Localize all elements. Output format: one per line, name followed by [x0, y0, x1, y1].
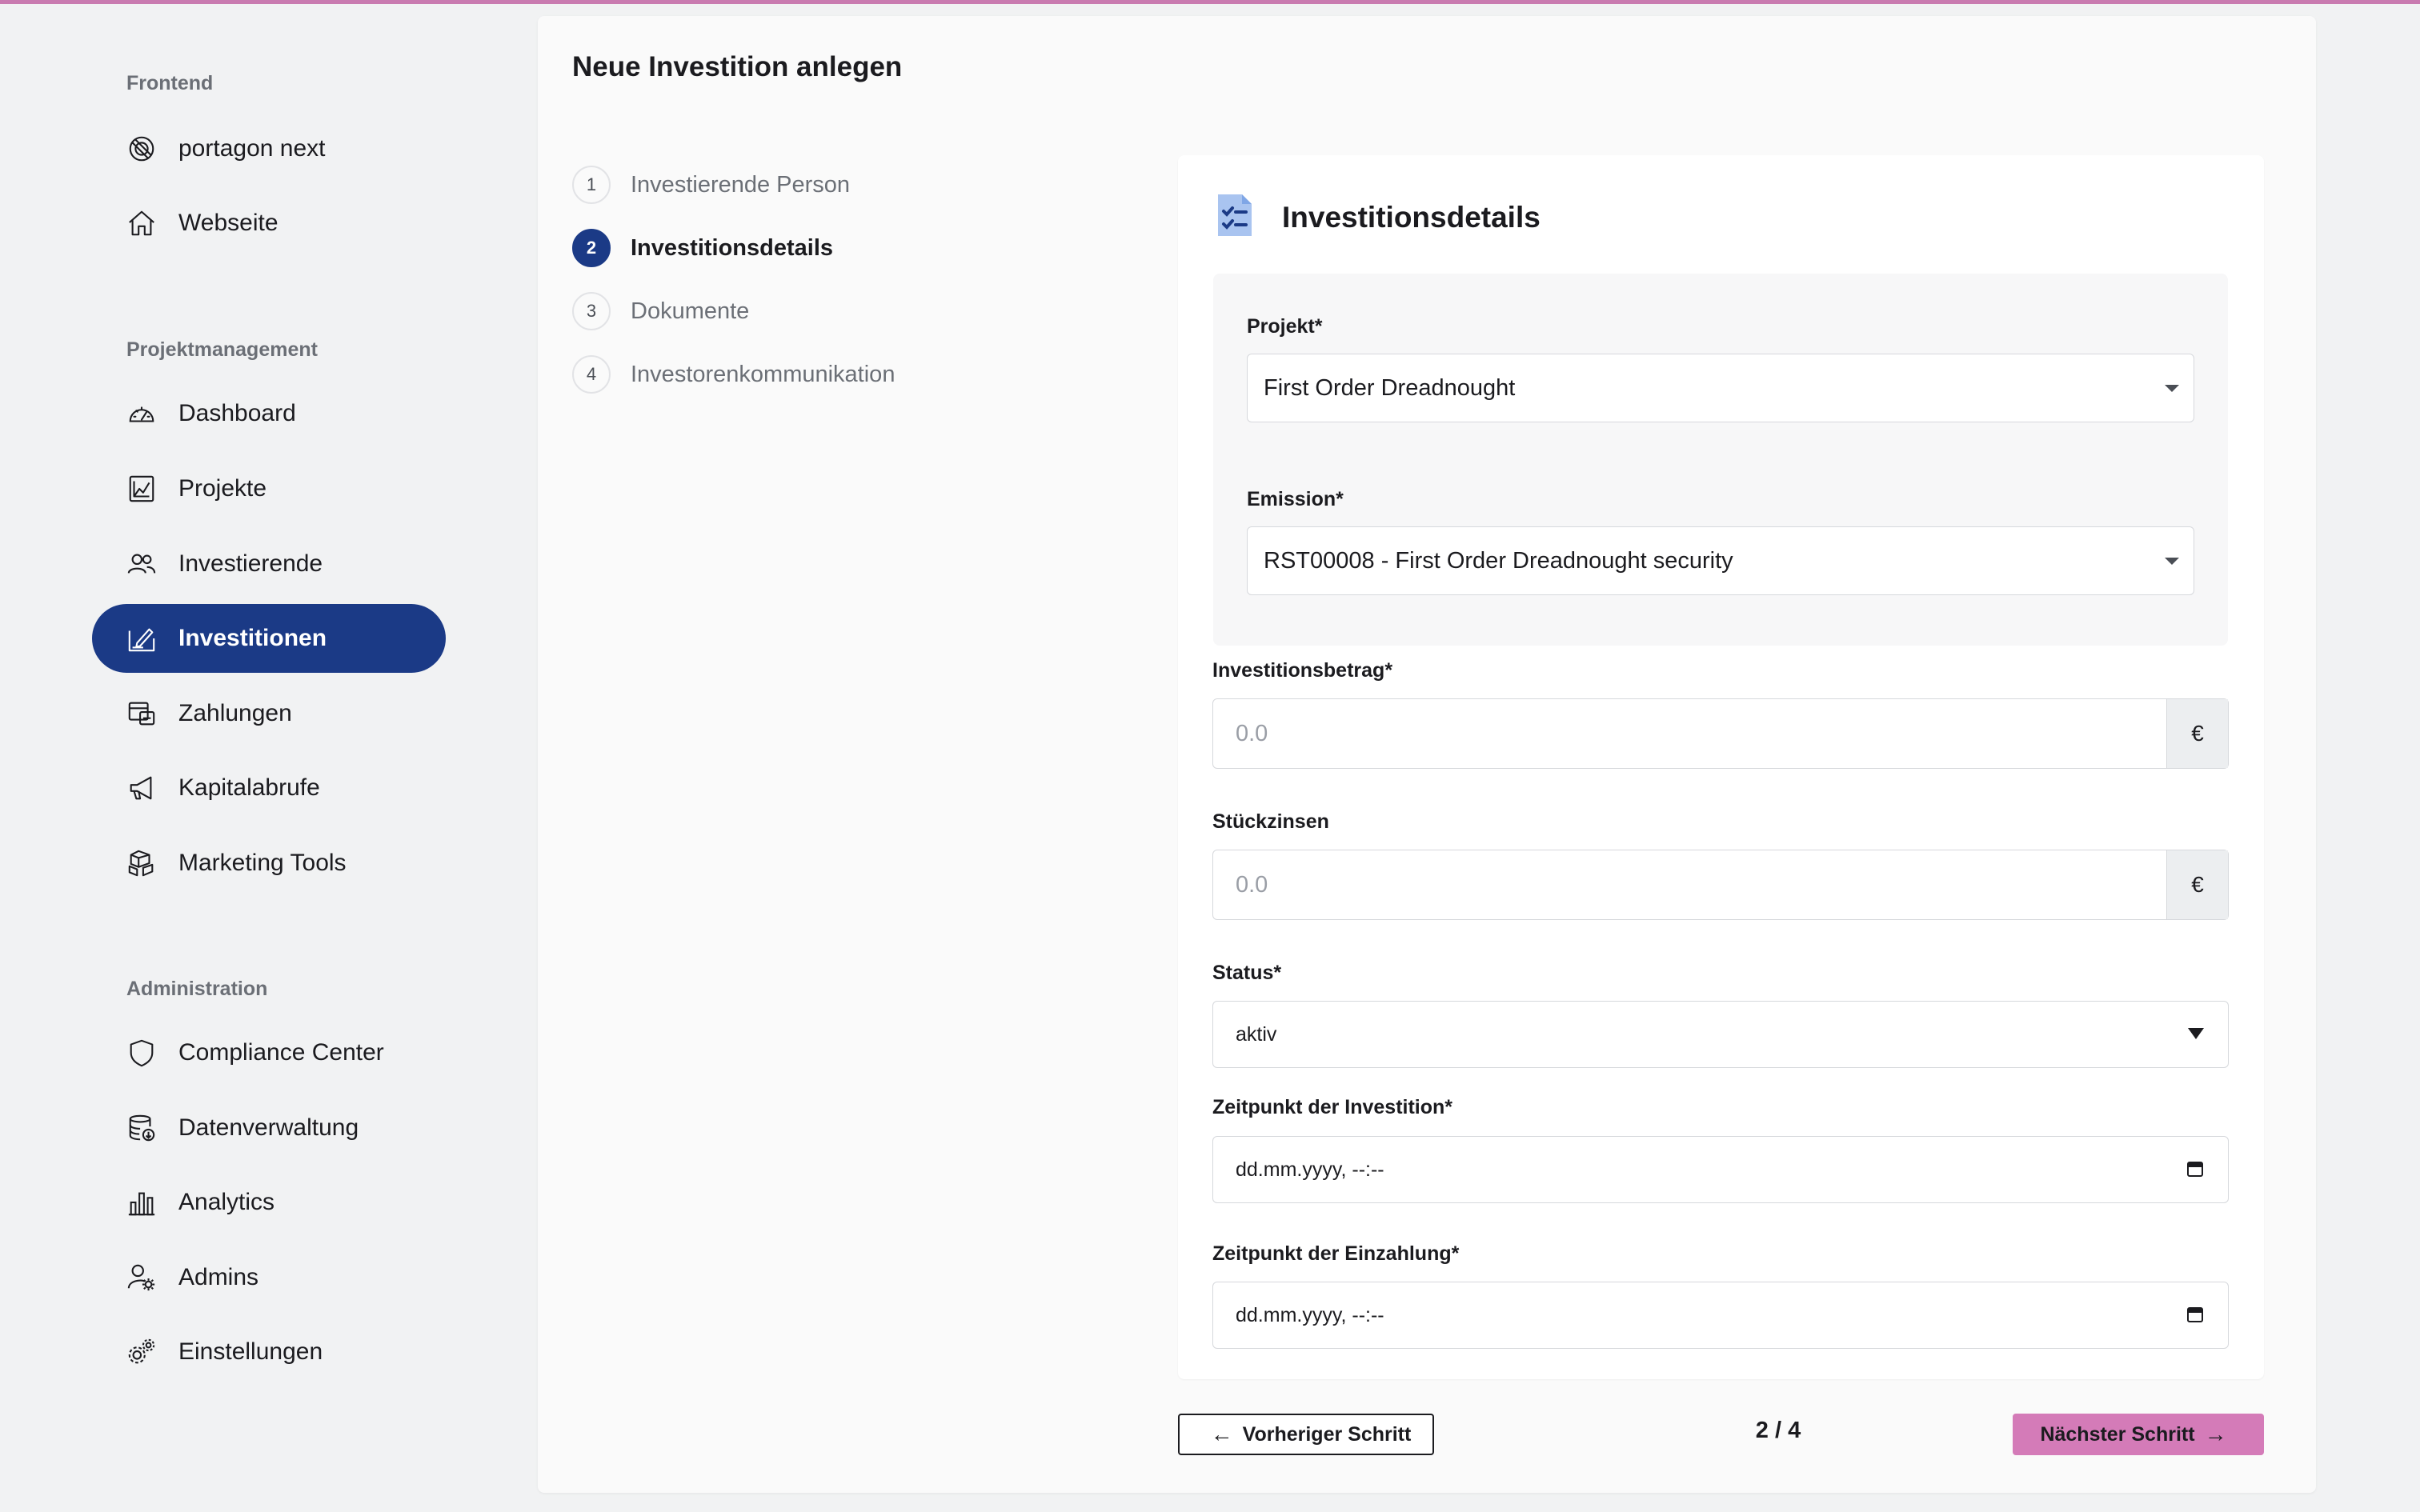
- projekt-label: Projekt*: [1247, 315, 1323, 338]
- calendar-icon[interactable]: [2186, 1160, 2204, 1178]
- stueckzinsen-field: 0.0 €: [1212, 850, 2229, 920]
- bar-chart-icon: [126, 1186, 158, 1218]
- sidebar-item-webseite[interactable]: Webseite: [92, 189, 446, 258]
- investment-details-card: Investitionsdetails Projekt* First Order…: [1178, 155, 2264, 1379]
- shield-icon: [126, 1037, 158, 1069]
- sidebar-item-label: Investierende: [178, 550, 323, 577]
- sidebar-item-investitionen[interactable]: Investitionen: [92, 604, 446, 673]
- chart-icon: [126, 473, 158, 505]
- sidebar-item-label: Admins: [178, 1264, 259, 1290]
- sidebar-item-label: Kapitalabrufe: [178, 774, 320, 801]
- users-icon: [126, 548, 158, 580]
- sidebar-item-label: Marketing Tools: [178, 850, 347, 876]
- currency-addon: €: [2166, 699, 2228, 768]
- sidebar-item-label: Analytics: [178, 1189, 275, 1215]
- stueckzinsen-input[interactable]: 0.0: [1213, 850, 2166, 919]
- megaphone-icon: [126, 772, 158, 804]
- currency-addon: €: [2166, 850, 2228, 919]
- card-title: Investitionsdetails: [1282, 200, 1541, 234]
- sidebar-section-frontend: Frontend: [126, 72, 214, 94]
- step-label: Investorenkommunikation: [631, 361, 895, 387]
- sidebar-item-projekte[interactable]: Projekte: [92, 454, 446, 523]
- chevron-down-icon: [2165, 558, 2179, 565]
- next-step-label: Nächster Schritt: [2040, 1422, 2195, 1446]
- sidebar-item-investierende[interactable]: Investierende: [92, 530, 446, 598]
- status-value: aktiv: [1236, 1022, 1277, 1046]
- step-label: Dokumente: [631, 298, 750, 324]
- sidebar: Frontend portagon next Webseite Projektm…: [0, 4, 512, 1512]
- step-3[interactable]: 3 Dokumente: [572, 292, 749, 330]
- home-icon: [126, 207, 158, 239]
- signature-icon: [126, 622, 158, 654]
- chevron-down-icon: [2165, 385, 2179, 392]
- sidebar-item-einstellungen[interactable]: Einstellungen: [92, 1318, 446, 1386]
- sidebar-item-portagon-next[interactable]: portagon next: [92, 114, 446, 183]
- portagon-logo-icon: [126, 133, 158, 165]
- document-checklist-icon: [1215, 191, 1255, 243]
- dropdown-arrow-icon: [2188, 1028, 2204, 1039]
- investitionsbetrag-input[interactable]: 0.0: [1213, 699, 2166, 768]
- sidebar-item-label: Dashboard: [178, 400, 296, 426]
- investitionsbetrag-field: 0.0 €: [1212, 698, 2229, 769]
- emission-select[interactable]: RST00008 - First Order Dreadnought secur…: [1247, 526, 2194, 595]
- next-step-button[interactable]: Nächster Schritt →: [2013, 1414, 2264, 1455]
- database-icon: [126, 1112, 158, 1144]
- gauge-icon: [126, 398, 158, 430]
- previous-step-button[interactable]: ← Vorheriger Schritt: [1178, 1414, 1434, 1455]
- zeitpunkt-investition-input[interactable]: dd.mm.yyyy, --:--: [1212, 1136, 2229, 1203]
- status-label: Status*: [1212, 962, 1282, 984]
- page-title: Neue Investition anlegen: [572, 51, 903, 82]
- sidebar-item-admins[interactable]: Admins: [92, 1243, 446, 1312]
- step-number: 1: [572, 166, 611, 204]
- stueckzinsen-label: Stückzinsen: [1212, 810, 1329, 833]
- sidebar-item-compliance-center[interactable]: Compliance Center: [92, 1018, 446, 1087]
- step-pager: 2 / 4: [1755, 1418, 1801, 1443]
- sidebar-item-label: Investitionen: [178, 625, 327, 651]
- step-number: 4: [572, 355, 611, 394]
- step-label: Investierende Person: [631, 171, 851, 198]
- investitionsbetrag-label: Investitionsbetrag*: [1212, 659, 1393, 682]
- step-1[interactable]: 1 Investierende Person: [572, 166, 850, 204]
- sidebar-item-dashboard[interactable]: Dashboard: [92, 379, 446, 448]
- sidebar-item-zahlungen[interactable]: Zahlungen: [92, 679, 446, 748]
- gears-icon: [126, 1336, 158, 1368]
- emission-label: Emission*: [1247, 488, 1344, 510]
- payments-icon: [126, 698, 158, 730]
- sidebar-item-label: Einstellungen: [178, 1338, 323, 1365]
- zeitpunkt-einzahlung-input[interactable]: dd.mm.yyyy, --:--: [1212, 1282, 2229, 1349]
- boxes-icon: [126, 847, 158, 879]
- zeitpunkt-investition-label: Zeitpunkt der Investition*: [1212, 1096, 1453, 1118]
- sidebar-item-label: Zahlungen: [178, 700, 292, 726]
- projekt-select[interactable]: First Order Dreadnought: [1247, 354, 2194, 422]
- step-2[interactable]: 2 Investitionsdetails: [572, 229, 833, 267]
- sidebar-item-analytics[interactable]: Analytics: [92, 1168, 446, 1237]
- sidebar-item-label: portagon next: [178, 135, 326, 162]
- sidebar-item-label: Projekte: [178, 475, 267, 502]
- sidebar-item-label: Datenverwaltung: [178, 1114, 359, 1141]
- card-header: Investitionsdetails: [1215, 191, 1541, 243]
- step-label: Investitionsdetails: [631, 234, 834, 261]
- step-number: 3: [572, 292, 611, 330]
- arrow-left-icon: ←: [1210, 1422, 1233, 1446]
- sidebar-item-marketing-tools[interactable]: Marketing Tools: [92, 829, 446, 898]
- emission-value: RST00008 - First Order Dreadnought secur…: [1264, 547, 1733, 574]
- calendar-icon[interactable]: [2186, 1306, 2204, 1323]
- step-number: 2: [572, 229, 611, 267]
- main-panel: Neue Investition anlegen 1 Investierende…: [538, 16, 2316, 1493]
- sidebar-item-kapitalabrufe[interactable]: Kapitalabrufe: [92, 754, 446, 822]
- sidebar-item-datenverwaltung[interactable]: Datenverwaltung: [92, 1094, 446, 1162]
- step-4[interactable]: 4 Investorenkommunikation: [572, 355, 895, 394]
- arrow-right-icon: →: [2204, 1422, 2227, 1446]
- zeitpunkt-einzahlung-label: Zeitpunkt der Einzahlung*: [1212, 1242, 1460, 1265]
- sidebar-item-label: Compliance Center: [178, 1039, 384, 1066]
- sidebar-section-administration: Administration: [126, 978, 268, 1000]
- status-select[interactable]: aktiv: [1212, 1001, 2229, 1068]
- datetime-value: dd.mm.yyyy, --:--: [1236, 1158, 1384, 1181]
- previous-step-label: Vorheriger Schritt: [1242, 1422, 1412, 1446]
- projekt-value: First Order Dreadnought: [1264, 374, 1516, 401]
- user-gear-icon: [126, 1262, 158, 1294]
- datetime-value: dd.mm.yyyy, --:--: [1236, 1303, 1384, 1326]
- sidebar-section-projektmanagement: Projektmanagement: [126, 338, 318, 361]
- sidebar-item-label: Webseite: [178, 210, 278, 236]
